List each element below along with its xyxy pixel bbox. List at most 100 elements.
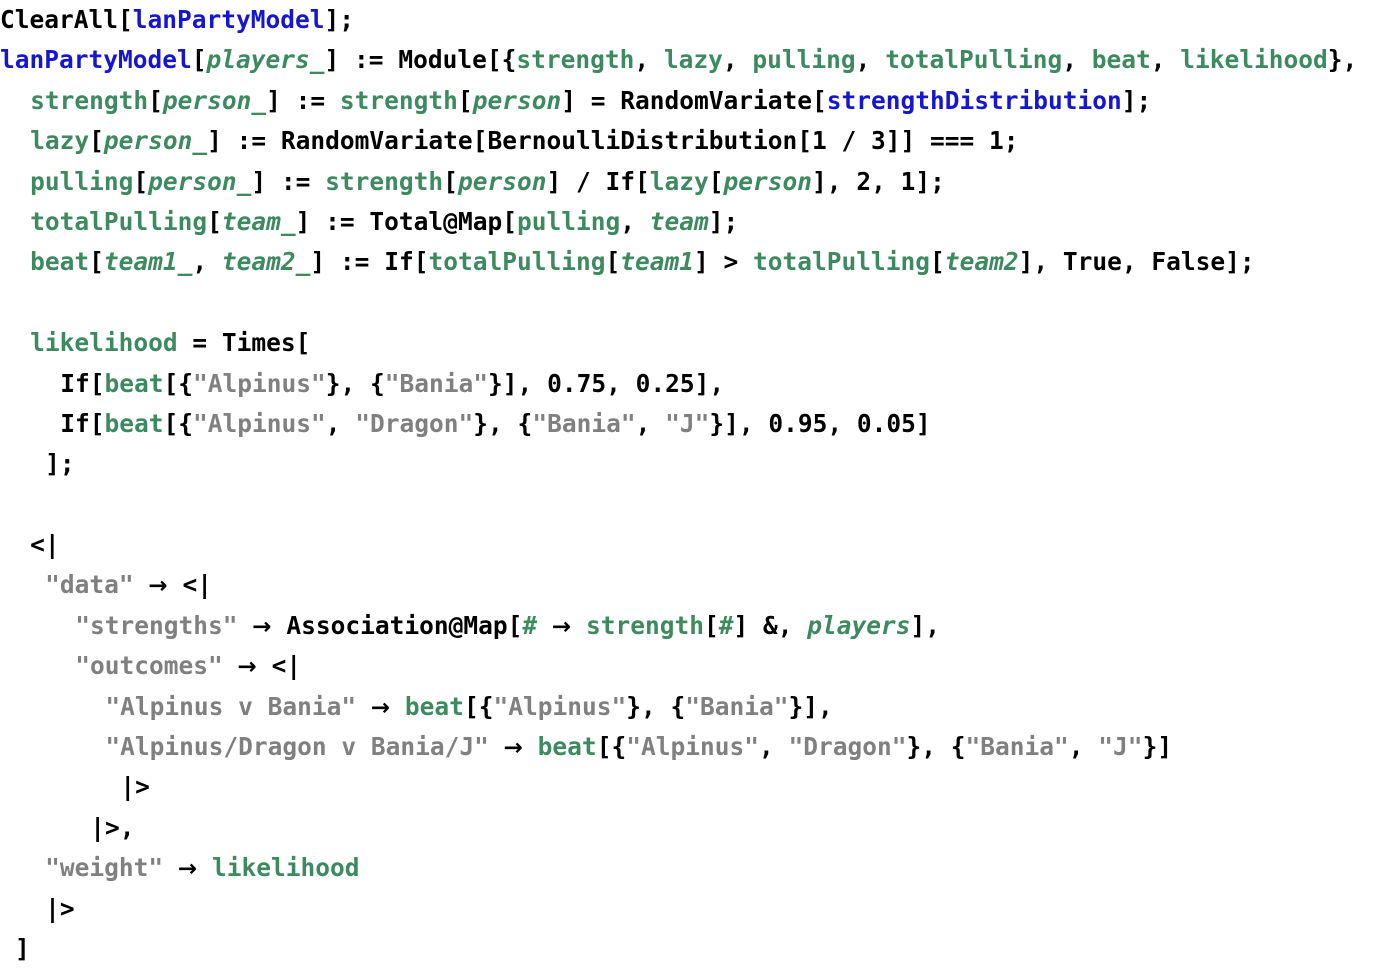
token-punct: , bbox=[827, 408, 857, 438]
code-line: <| bbox=[0, 525, 1398, 565]
token-punct: ] / bbox=[546, 166, 606, 196]
token-local: beat bbox=[104, 408, 164, 438]
token-punct: = bbox=[177, 328, 222, 358]
token-local: beat bbox=[104, 368, 164, 398]
token-punct: <| bbox=[30, 530, 60, 560]
token-arrow: → bbox=[177, 856, 198, 883]
token-builtin: Map bbox=[463, 610, 508, 640]
token-builtin: Map bbox=[457, 206, 503, 236]
token-number: 0.25 bbox=[635, 368, 695, 398]
token-pattern: person bbox=[723, 166, 813, 196]
code-line: likelihood = Times[ bbox=[0, 323, 1398, 363]
token-punct: ] bbox=[15, 933, 30, 963]
token-pattern: person_ bbox=[148, 166, 252, 196]
code-line: totalPulling[team_] := Total@Map[pulling… bbox=[0, 202, 1398, 242]
token-local: likelihood bbox=[30, 328, 178, 358]
token-number: 0.95 bbox=[768, 408, 828, 438]
token-arrow: → bbox=[551, 613, 572, 640]
token-number: 0.75 bbox=[547, 368, 607, 398]
token-punct bbox=[257, 651, 272, 680]
code-line: "outcomes" → <| bbox=[0, 646, 1398, 686]
token-punct: , bbox=[606, 368, 636, 398]
token-punct: }], bbox=[488, 368, 548, 398]
token-punct: [ bbox=[708, 166, 724, 196]
token-punct: [ bbox=[207, 206, 222, 236]
token-string: "strengths" bbox=[75, 610, 238, 640]
token-punct: ]; bbox=[1121, 85, 1152, 115]
token-string: "Bania" bbox=[965, 732, 1069, 762]
token-punct: ], bbox=[910, 610, 941, 640]
token-string: "outcomes" bbox=[75, 651, 223, 681]
code-line: |> bbox=[0, 767, 1398, 807]
token-punct: , bbox=[871, 166, 901, 196]
token-punct: [ bbox=[703, 610, 719, 640]
token-punct: [ bbox=[930, 247, 945, 277]
token-punct: [ bbox=[133, 166, 149, 196]
token-punct: , bbox=[1150, 45, 1181, 75]
token-string: "J" bbox=[1098, 732, 1143, 762]
token-local: lazy bbox=[663, 45, 723, 75]
token-local: likelihood bbox=[211, 853, 360, 883]
token-string: "Alpinus" bbox=[626, 732, 759, 762]
token-local: totalPulling bbox=[885, 45, 1063, 75]
token-punct bbox=[390, 692, 405, 721]
token-punct: }], bbox=[709, 408, 769, 438]
token-punct: ] bbox=[915, 408, 931, 438]
token-punct: ] > bbox=[694, 247, 754, 277]
token-punct: , bbox=[758, 732, 789, 762]
token-pattern: person_ bbox=[103, 126, 208, 156]
token-local: strength bbox=[339, 85, 458, 115]
token-builtin: RandomVariate bbox=[620, 85, 812, 115]
token-punct: [ bbox=[797, 126, 812, 156]
token-punct: ] &, bbox=[733, 610, 808, 640]
token-punct: / bbox=[826, 126, 871, 156]
token-punct: ]] === bbox=[885, 126, 990, 156]
token-punct: ]; bbox=[45, 449, 75, 479]
token-string: "data" bbox=[45, 570, 134, 600]
token-builtin: RandomVariate bbox=[280, 126, 473, 156]
code-line: lazy[person_] := RandomVariate[Bernoulli… bbox=[0, 121, 1398, 161]
token-punct: [{ bbox=[163, 368, 193, 398]
token-punct: [ bbox=[118, 5, 133, 34]
code-line: "strengths" → Association@Map[# → streng… bbox=[0, 606, 1398, 646]
token-punct: [{ bbox=[596, 732, 627, 762]
token-string: "Alpinus" bbox=[193, 408, 326, 438]
token-punct: , bbox=[325, 408, 356, 438]
token-punct: [ bbox=[413, 247, 429, 277]
token-punct: ] := bbox=[251, 166, 326, 196]
token-pattern: players bbox=[807, 610, 911, 640]
wolfram-code-cell[interactable]: ClearAll[lanPartyModel]; lanPartyModel[pl… bbox=[0, 0, 1398, 973]
token-builtin: ClearAll bbox=[0, 5, 119, 34]
token-local: pulling bbox=[30, 166, 134, 196]
token-pattern: team2 bbox=[944, 247, 1019, 277]
token-punct bbox=[272, 611, 287, 640]
token-punct: }, { bbox=[626, 691, 686, 721]
code-line: pulling[person_] := strength[person] / I… bbox=[0, 162, 1398, 202]
token-punct: [ bbox=[502, 206, 517, 236]
token-pattern: team bbox=[649, 206, 709, 236]
token-punct: <| bbox=[271, 651, 302, 681]
token-punct: [ bbox=[443, 166, 458, 196]
token-punct: ]; bbox=[1225, 247, 1255, 277]
code-line: If[beat[{"Alpinus", "Dragon"}, {"Bania",… bbox=[0, 404, 1398, 444]
token-punct: <| bbox=[182, 570, 212, 600]
token-punct: [ bbox=[89, 368, 105, 398]
token-local: beat bbox=[1091, 45, 1151, 75]
token-local: strength bbox=[30, 85, 149, 115]
token-pattern: team2_ bbox=[221, 247, 311, 277]
token-punct: ] := bbox=[207, 126, 281, 156]
token-builtin: If bbox=[60, 368, 90, 398]
token-punct: [ bbox=[148, 85, 163, 115]
token-punct: @ bbox=[443, 206, 458, 236]
token-punct: ]; bbox=[915, 166, 945, 196]
code-line: beat[team1_, team2_] := If[totalPulling[… bbox=[0, 242, 1398, 282]
token-punct: }, { bbox=[325, 368, 385, 398]
token-string: "J" bbox=[665, 408, 710, 438]
token-punct: [{ bbox=[163, 408, 193, 438]
token-punct bbox=[356, 692, 371, 721]
token-punct: ], bbox=[812, 166, 857, 196]
token-punct: |> bbox=[120, 772, 150, 802]
token-punct: ] := bbox=[295, 206, 370, 236]
code-line: lanPartyModel[players_] := Module[{stren… bbox=[0, 40, 1398, 80]
